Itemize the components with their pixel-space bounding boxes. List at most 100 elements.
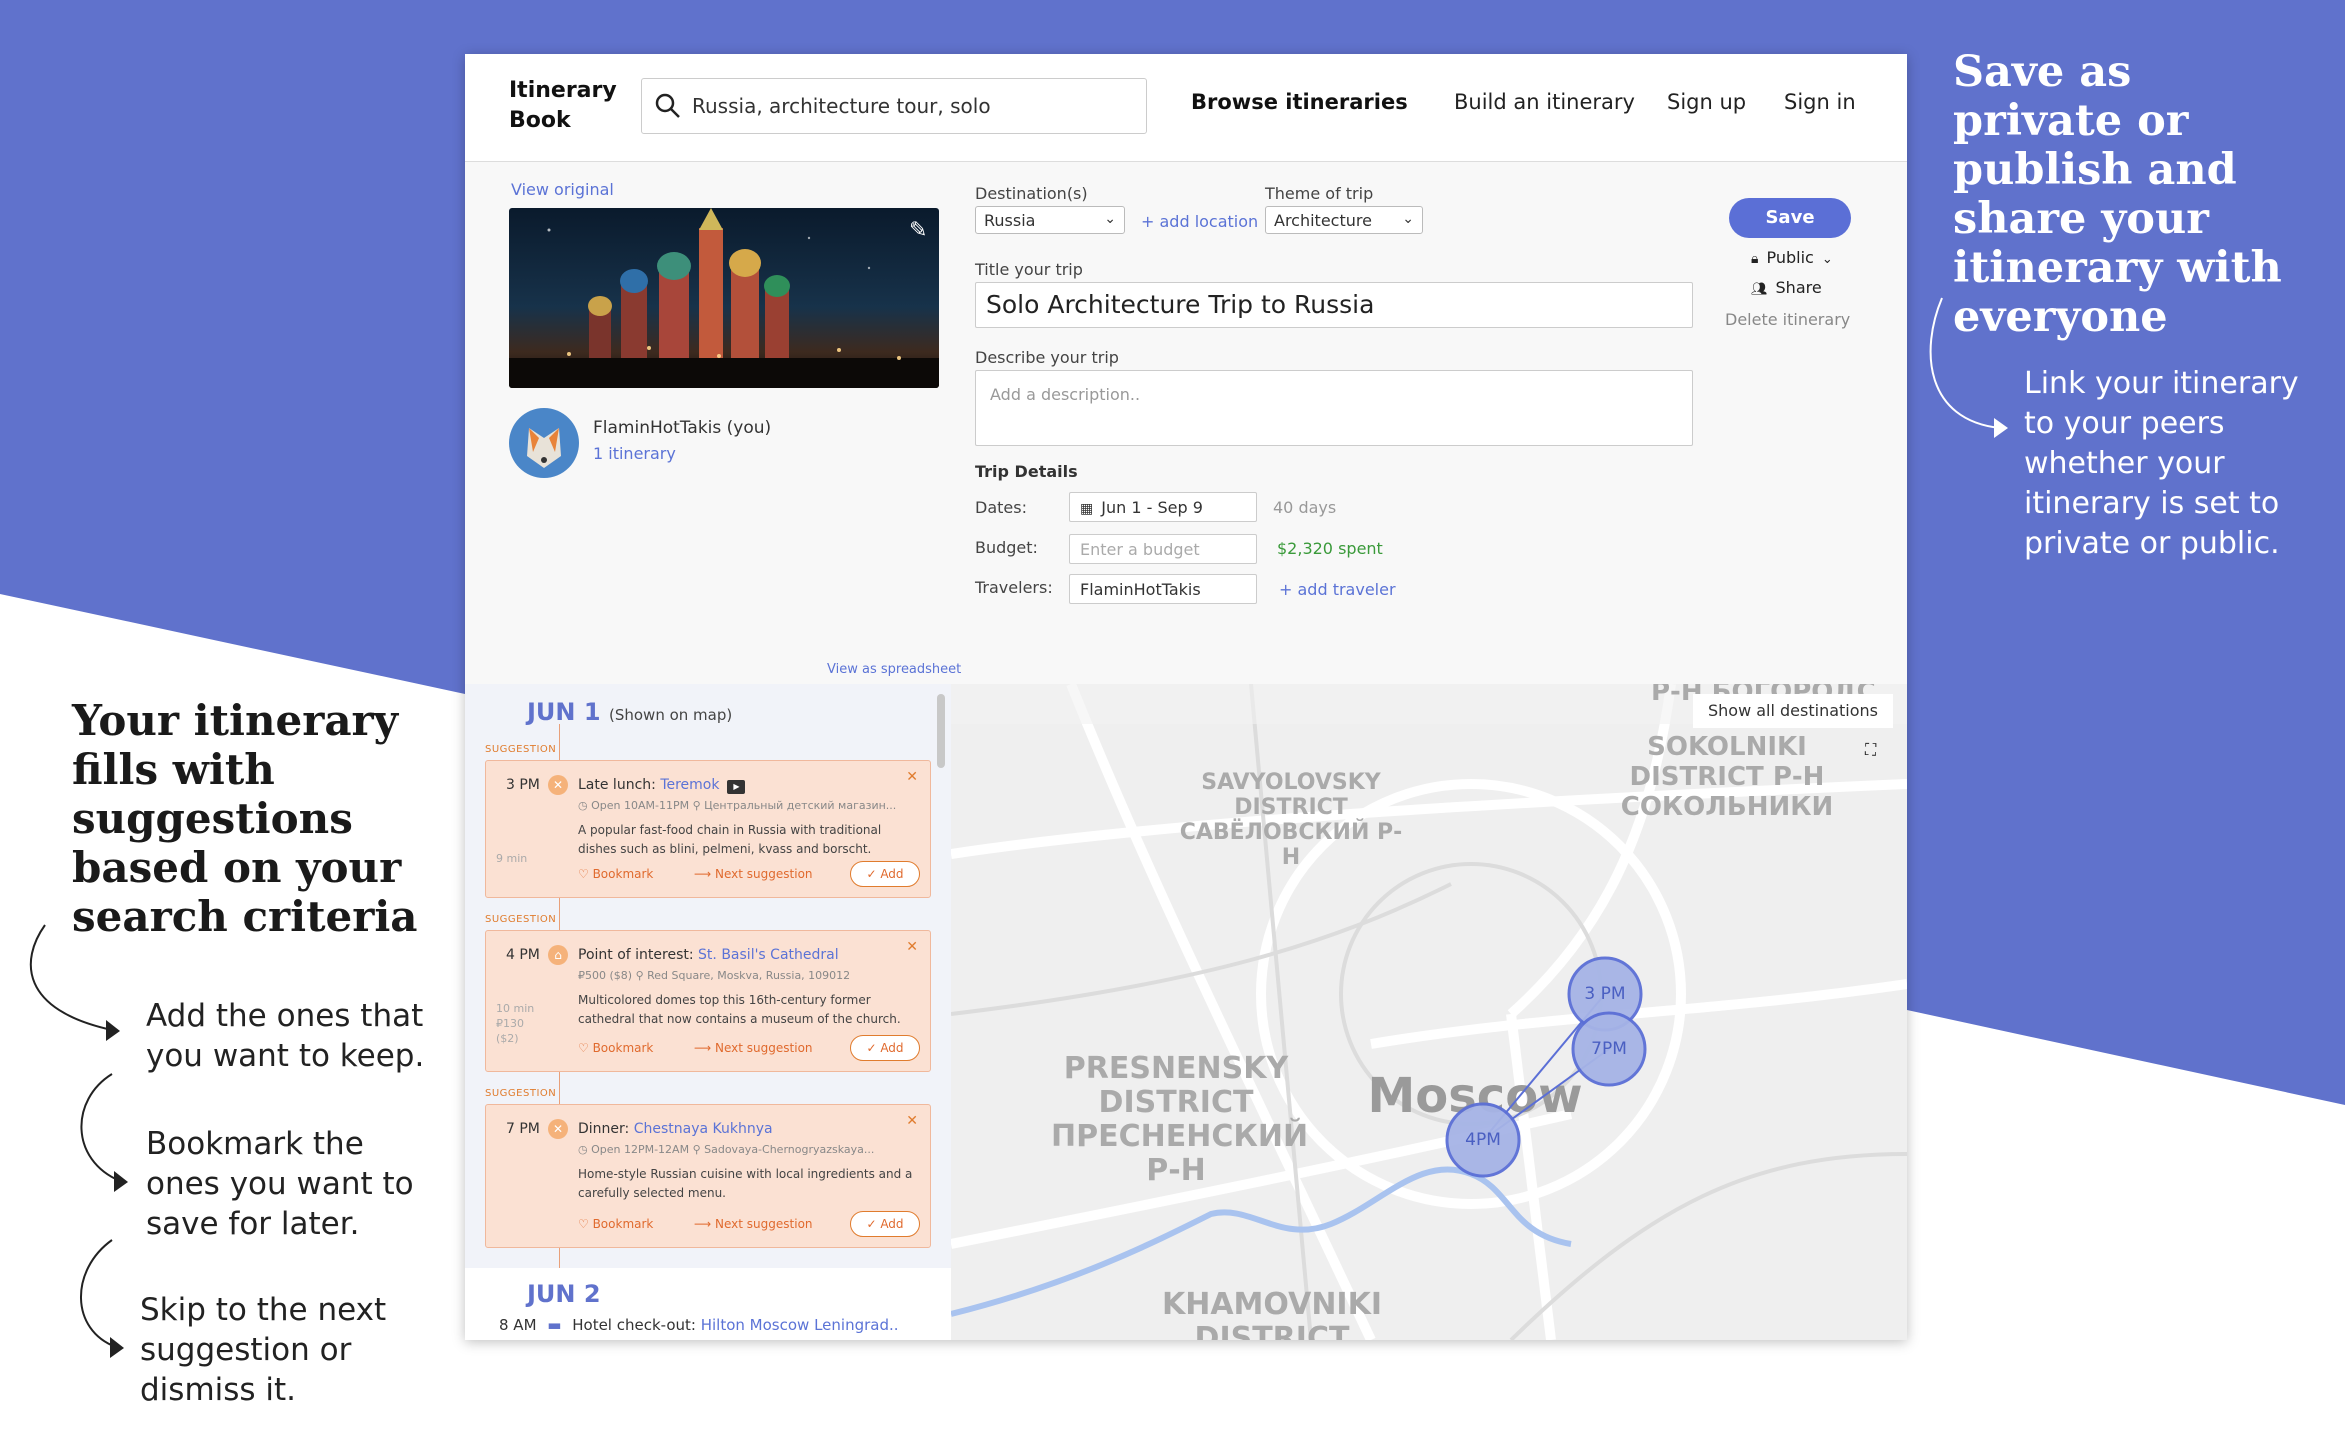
describe-label: Describe your trip — [975, 348, 1119, 367]
bookmark-button[interactable]: ♡ Bookmark — [578, 1041, 653, 1055]
food-icon: ✕ — [548, 1119, 568, 1139]
search-icon — [655, 93, 680, 118]
add-button[interactable]: ✓ Add — [850, 1211, 920, 1237]
place-link[interactable]: St. Basil's Cathedral — [698, 947, 839, 963]
landmark-icon: ⌂ — [548, 945, 568, 965]
suggestion-tag: SUGGESTION — [485, 914, 557, 925]
destination-value: Russia — [984, 211, 1036, 230]
arrow-head-icon — [1994, 418, 2008, 438]
add-label: Add — [880, 1217, 904, 1231]
add-button[interactable]: ✓ Add — [850, 861, 920, 887]
next-suggestion-button[interactable]: ⟶ Next suggestion — [694, 1041, 813, 1055]
next-suggestion-button[interactable]: ⟶ Next suggestion — [694, 1217, 813, 1231]
bookmark-label: Bookmark — [592, 867, 654, 881]
card-description: Multicolored domes top this 16th-century… — [578, 993, 901, 1026]
card-meta: ◷ Open 10AM-11PM ⚲ Центральный детский м… — [578, 799, 897, 812]
title-label: Title your trip — [975, 260, 1083, 279]
heart-icon: ♡ — [578, 1041, 593, 1055]
delete-itinerary-link[interactable]: Delete itinerary — [1725, 310, 1850, 329]
food-icon: ✕ — [548, 775, 568, 795]
trip-cover-image: ✎ — [509, 208, 939, 388]
calendar-icon: ▦ — [1080, 501, 1094, 517]
visibility-value: Public — [1766, 248, 1814, 267]
app-logo[interactable]: Itinerary Book — [509, 76, 629, 136]
heart-icon: ♡ — [578, 867, 593, 881]
nav-browse-itineraries[interactable]: Browse itineraries — [1191, 90, 1408, 114]
dates-field[interactable]: ▦ Jun 1 - Sep 9 — [1069, 492, 1257, 522]
scrollbar[interactable] — [937, 694, 945, 768]
map-view[interactable]: Р-Н БОГОРОДС SOKOLNIKI DISTRICT Р-Н СОКО… — [951, 684, 1907, 1340]
arrow-head-icon — [114, 1171, 128, 1192]
user-itinerary-count[interactable]: 1 itinerary — [593, 444, 676, 463]
visibility-dropdown[interactable]: 🔒︎ Public ⌄ — [1751, 248, 1833, 267]
check-icon: ✓ — [866, 867, 881, 881]
dates-value: Jun 1 - Sep 9 — [1101, 498, 1203, 517]
theme-label: Theme of trip — [1265, 184, 1374, 203]
people-icon: 👥︎ — [1751, 282, 1768, 297]
trip-title-input[interactable]: Solo Architecture Trip to Russia — [975, 282, 1693, 328]
bookmark-label: Bookmark — [592, 1041, 654, 1055]
add-label: Add — [880, 867, 904, 881]
search-bar[interactable] — [641, 78, 1147, 134]
place-link[interactable]: Teremok — [660, 777, 719, 793]
card-meta: ◷ Open 12PM-12AM ⚲ Sadovaya-Chernogryazs… — [578, 1143, 875, 1156]
add-location-link[interactable]: + add location — [1141, 212, 1258, 231]
chevron-down-icon: ⌄ — [1104, 211, 1116, 227]
dates-label: Dates: — [975, 498, 1027, 517]
next-label: Next suggestion — [715, 1217, 813, 1231]
day-note: (Shown on map) — [609, 706, 733, 724]
suggestion-card: 4 PM ⌂ Point of interest: St. Basil's Ca… — [485, 930, 931, 1072]
checkout-item: 8 AM ▬ Hotel check-out: Hilton Moscow Le… — [499, 1316, 899, 1334]
traveler-field[interactable]: FlaminHotTakis — [1069, 574, 1257, 604]
travel-time: 10 min ₽130 ($2) — [496, 1002, 535, 1045]
hotel-link[interactable]: Hilton Moscow Leningrad.. — [701, 1316, 899, 1334]
add-button[interactable]: ✓ Add — [850, 1035, 920, 1061]
chevron-down-icon: ⌄ — [1821, 252, 1833, 267]
right-arrow — [1929, 297, 2008, 438]
video-icon[interactable]: ▶ — [727, 780, 746, 794]
check-icon: ✓ — [866, 1217, 881, 1231]
arrow-right-icon: ⟶ — [694, 867, 716, 881]
suggestion-tag: SUGGESTION — [485, 744, 557, 755]
map-markers-layer — [1445, 956, 1647, 1178]
arrow-right-icon: ⟶ — [694, 1217, 716, 1231]
share-button[interactable]: 👥︎ Share — [1751, 278, 1822, 297]
travel-time: 9 min — [496, 852, 528, 865]
marker-label: 7PM — [1591, 1039, 1627, 1059]
dismiss-icon[interactable]: ✕ — [906, 939, 918, 955]
suggestion-card: 3 PM ✕ Late lunch: Teremok ▶ ◷ Open 10AM-… — [485, 760, 931, 898]
nav-sign-up[interactable]: Sign up — [1667, 90, 1746, 114]
place-link[interactable]: Chestnaya Kukhnya — [634, 1121, 773, 1137]
add-traveler-link[interactable]: + add traveler — [1279, 580, 1396, 599]
view-original-link[interactable]: View original — [511, 180, 614, 199]
left-arrows — [29, 924, 128, 1358]
card-time: 7 PM — [506, 1121, 540, 1137]
destination-select[interactable]: Russia ⌄ — [975, 206, 1125, 234]
bookmark-label: Bookmark — [592, 1217, 654, 1231]
check-icon: ✓ — [866, 1041, 881, 1055]
cathedral-photo — [509, 208, 939, 388]
nav-build-itinerary[interactable]: Build an itinerary — [1454, 90, 1635, 114]
theme-select[interactable]: Architecture ⌄ — [1265, 206, 1423, 234]
dismiss-icon[interactable]: ✕ — [906, 1113, 918, 1129]
card-description: Home-style Russian cuisine with local in… — [578, 1167, 913, 1200]
arrow-head-icon — [106, 1020, 120, 1041]
view-spreadsheet-link[interactable]: View as spreadsheet — [827, 662, 961, 677]
avatar[interactable] — [509, 408, 579, 478]
bookmark-button[interactable]: ♡ Bookmark — [578, 1217, 653, 1231]
budget-input[interactable]: Enter a budget — [1069, 534, 1257, 564]
dismiss-icon[interactable]: ✕ — [906, 769, 918, 785]
nav-sign-in[interactable]: Sign in — [1784, 90, 1856, 114]
card-title: Late lunch: Teremok ▶ — [578, 777, 908, 794]
card-meta: ₽500 ($8) ⚲ Red Square, Moskva, Russia, … — [578, 969, 851, 982]
trip-description-input[interactable]: Add a description.. — [975, 370, 1693, 446]
save-button[interactable]: Save — [1729, 198, 1851, 238]
share-label: Share — [1775, 278, 1822, 297]
next-suggestion-button[interactable]: ⟶ Next suggestion — [694, 867, 813, 881]
bookmark-button[interactable]: ♡ Bookmark — [578, 867, 653, 881]
arrow-head-icon — [110, 1337, 124, 1358]
edit-photo-icon[interactable]: ✎ — [909, 218, 927, 243]
search-input[interactable] — [692, 91, 1122, 121]
arrow-right-icon: ⟶ — [694, 1041, 716, 1055]
theme-value: Architecture — [1274, 211, 1372, 230]
